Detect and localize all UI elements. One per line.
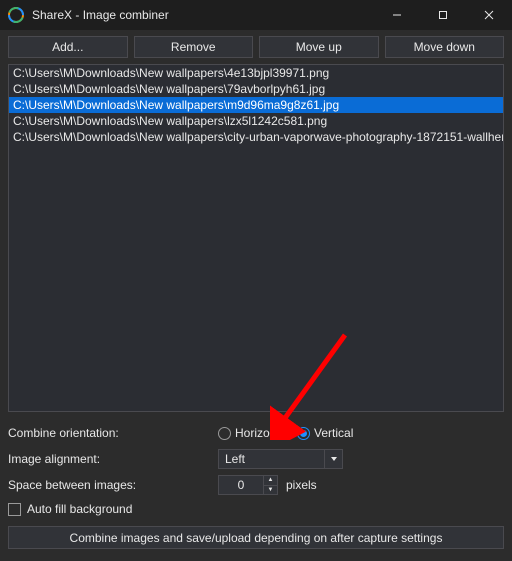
combine-button-label: Combine images and save/upload depending… bbox=[70, 531, 443, 545]
combine-button[interactable]: Combine images and save/upload depending… bbox=[8, 526, 504, 549]
autofill-checkbox[interactable] bbox=[8, 503, 21, 516]
add-button[interactable]: Add... bbox=[8, 36, 128, 58]
maximize-button[interactable] bbox=[420, 0, 466, 30]
close-button[interactable] bbox=[466, 0, 512, 30]
radio-dot-icon bbox=[218, 427, 231, 440]
sharex-logo-icon bbox=[8, 7, 24, 23]
alignment-value: Left bbox=[219, 452, 324, 466]
autofill-label: Auto fill background bbox=[27, 502, 132, 516]
dropdown-icon bbox=[324, 450, 342, 468]
settings-form: Combine orientation: Horizontal Vertical… bbox=[0, 412, 512, 498]
space-label: Space between images: bbox=[8, 478, 218, 492]
orientation-vertical-label: Vertical bbox=[314, 426, 353, 440]
spinner-down-icon[interactable]: ▼ bbox=[264, 486, 277, 495]
list-item[interactable]: C:\Users\M\Downloads\New wallpapers\city… bbox=[9, 129, 503, 145]
spinner-icon[interactable]: ▲ ▼ bbox=[263, 476, 277, 494]
list-item[interactable]: C:\Users\M\Downloads\New wallpapers\4e13… bbox=[9, 65, 503, 81]
toolbar: Add... Remove Move up Move down bbox=[0, 30, 512, 64]
window-title: ShareX - Image combiner bbox=[32, 8, 374, 22]
space-unit: pixels bbox=[286, 478, 317, 492]
alignment-select[interactable]: Left bbox=[218, 449, 343, 469]
moveup-button[interactable]: Move up bbox=[259, 36, 379, 58]
list-item[interactable]: C:\Users\M\Downloads\New wallpapers\lzx5… bbox=[9, 113, 503, 129]
radio-dot-icon bbox=[297, 427, 310, 440]
space-value: 0 bbox=[219, 478, 263, 492]
orientation-label: Combine orientation: bbox=[8, 426, 218, 440]
list-item[interactable]: C:\Users\M\Downloads\New wallpapers\79av… bbox=[9, 81, 503, 97]
remove-button[interactable]: Remove bbox=[134, 36, 254, 58]
alignment-label: Image alignment: bbox=[8, 452, 218, 466]
spinner-up-icon[interactable]: ▲ bbox=[264, 476, 277, 486]
space-numeric[interactable]: 0 ▲ ▼ bbox=[218, 475, 278, 495]
list-item[interactable]: C:\Users\M\Downloads\New wallpapers\m9d9… bbox=[9, 97, 503, 113]
minimize-button[interactable] bbox=[374, 0, 420, 30]
file-listbox[interactable]: C:\Users\M\Downloads\New wallpapers\4e13… bbox=[8, 64, 504, 412]
orientation-vertical-radio[interactable]: Vertical bbox=[297, 426, 353, 440]
orientation-horizontal-label: Horizontal bbox=[235, 426, 289, 440]
movedown-button[interactable]: Move down bbox=[385, 36, 505, 58]
titlebar: ShareX - Image combiner bbox=[0, 0, 512, 30]
orientation-horizontal-radio[interactable]: Horizontal bbox=[218, 426, 289, 440]
